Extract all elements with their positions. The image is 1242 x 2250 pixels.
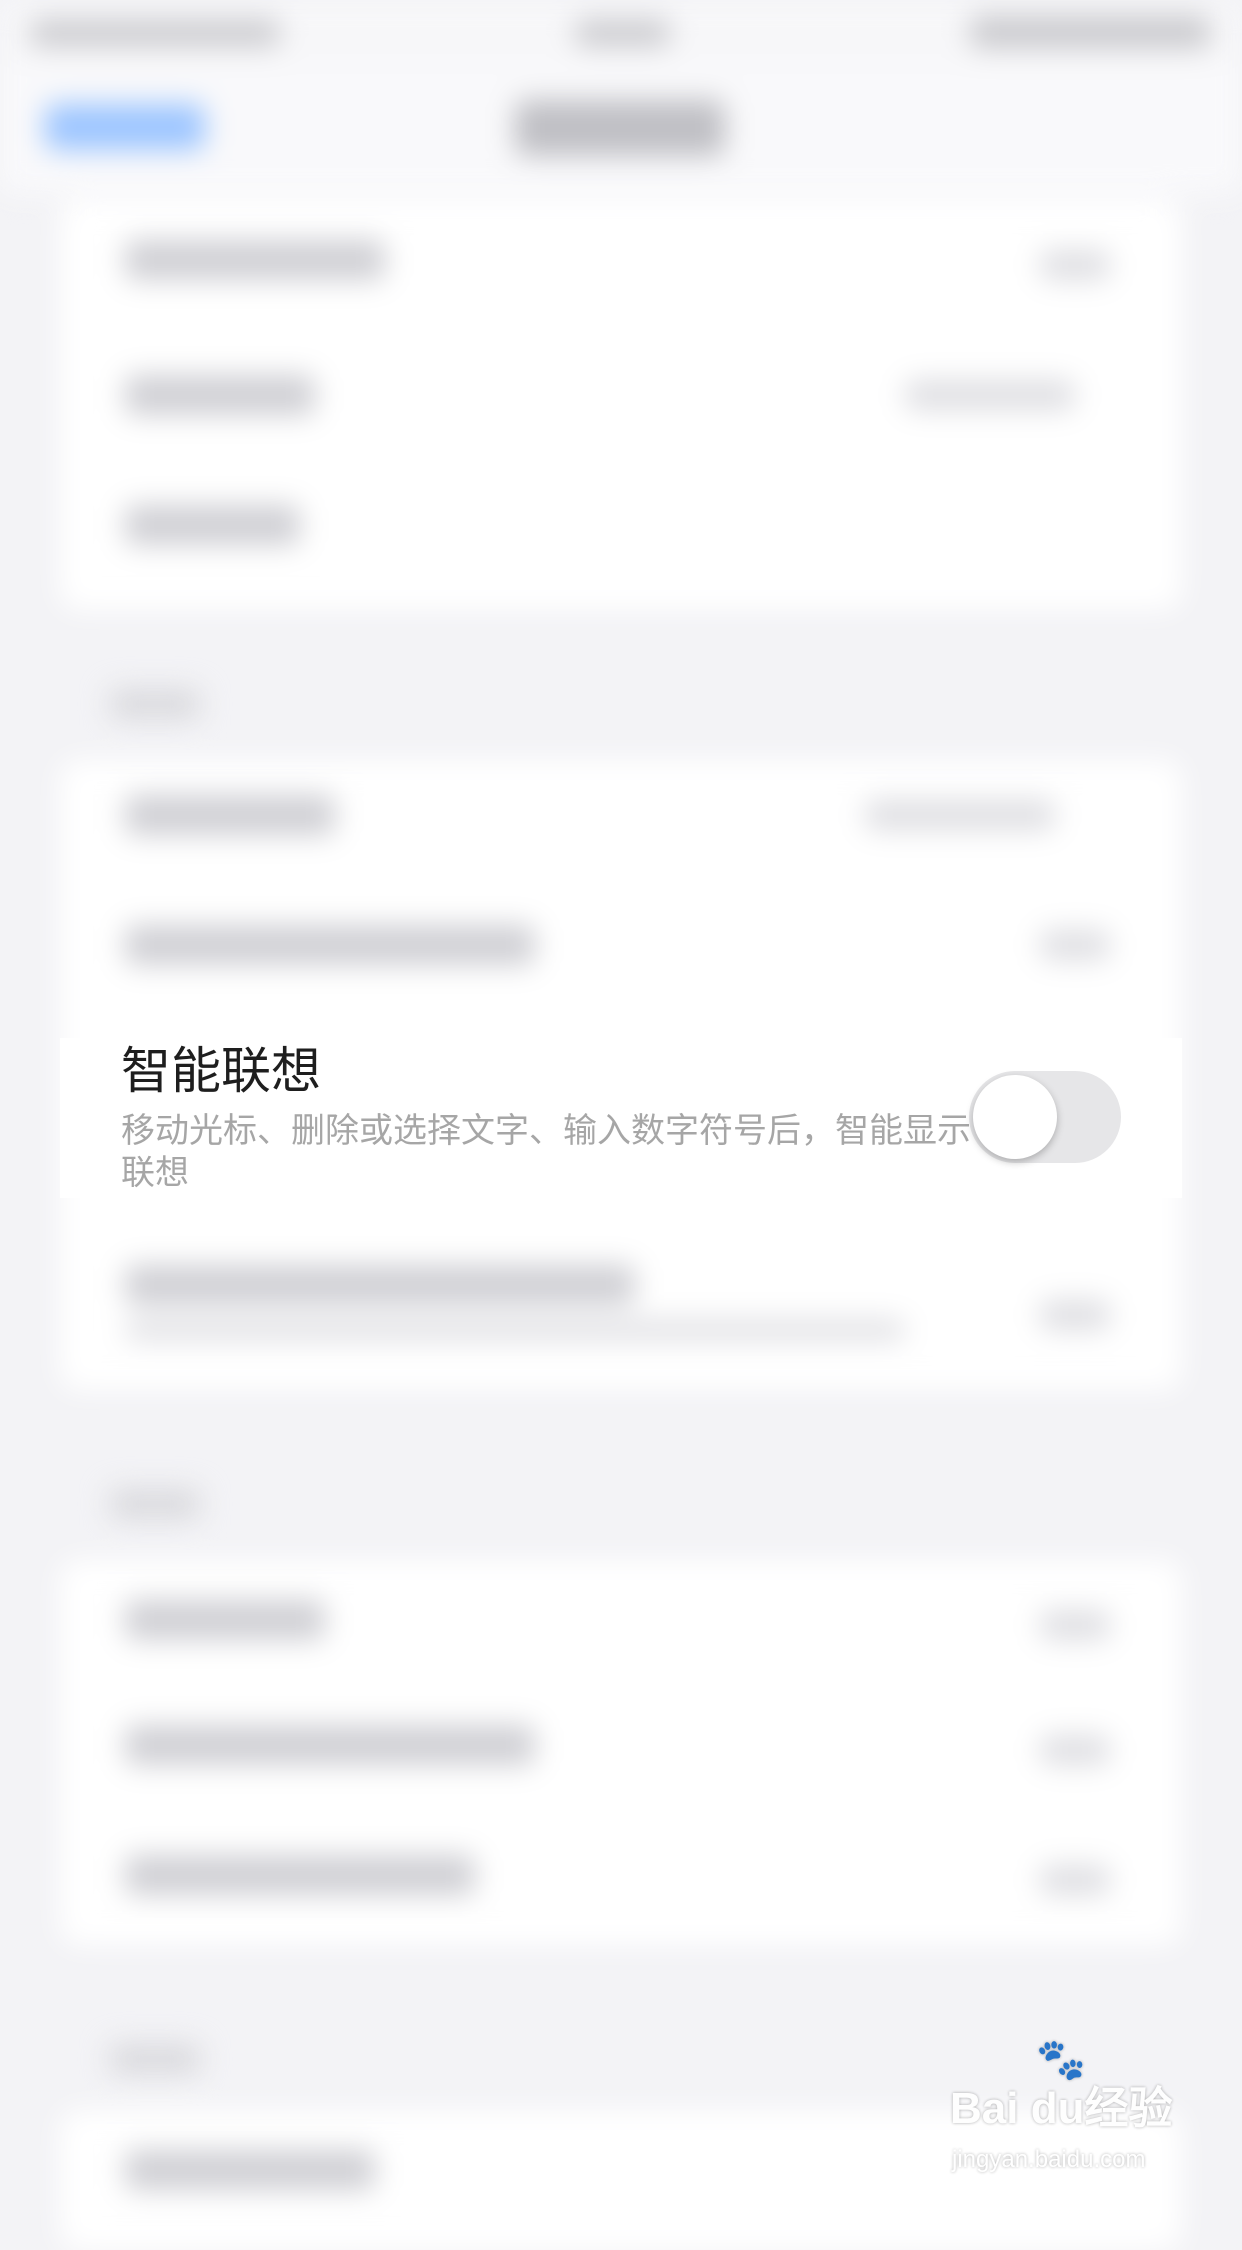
toggle-knob[interactable] [973, 1075, 1057, 1159]
smart-association-toggle[interactable] [969, 1071, 1121, 1163]
value-blur [1040, 1610, 1110, 1640]
row-blur[interactable] [125, 375, 315, 415]
section-header-blur [110, 690, 200, 718]
smart-association-row[interactable]: 智能联想 移动光标、删除或选择文字、输入数字符号后，智能显示联想 [60, 1038, 1182, 1198]
value-blur [1040, 1865, 1110, 1895]
section-header-blur [110, 1490, 200, 1518]
row-blur[interactable] [125, 795, 335, 835]
back-button-blur[interactable] [45, 104, 205, 150]
status-time-blur [575, 20, 670, 46]
setting-description: 移动光标、删除或选择文字、输入数字符号后，智能显示联想 [121, 1111, 971, 1193]
row-blur[interactable] [125, 2150, 375, 2190]
value-blur [1040, 930, 1110, 960]
row-blur[interactable] [125, 1725, 535, 1765]
setting-title: 智能联想 [121, 1042, 321, 1100]
row-blur[interactable] [125, 1265, 635, 1305]
value-blur [1040, 250, 1110, 280]
row-blur[interactable] [125, 925, 535, 965]
status-bar [0, 0, 1242, 64]
nav-title-blur [515, 100, 725, 156]
row-blur[interactable] [125, 1600, 325, 1640]
row-blur[interactable] [125, 240, 385, 280]
watermark-url: jingyan.baidu.com [952, 2146, 1146, 2173]
value-blur [905, 380, 1075, 410]
value-blur [125, 1320, 905, 1340]
status-left-blur [30, 20, 280, 46]
section-header-blur [110, 2045, 200, 2073]
value-blur [865, 800, 1055, 830]
nav-bar [0, 64, 1242, 194]
row-blur[interactable] [125, 1855, 475, 1895]
watermark-logo: Bai du经验 [950, 2084, 1173, 2133]
value-blur [1040, 1735, 1110, 1765]
value-blur [1040, 1300, 1110, 1330]
row-blur[interactable] [125, 505, 300, 545]
baidu-watermark: 🐾 Bai du经验 jingyan.baidu.com [950, 2037, 1190, 2192]
status-right-blur [970, 16, 1210, 48]
